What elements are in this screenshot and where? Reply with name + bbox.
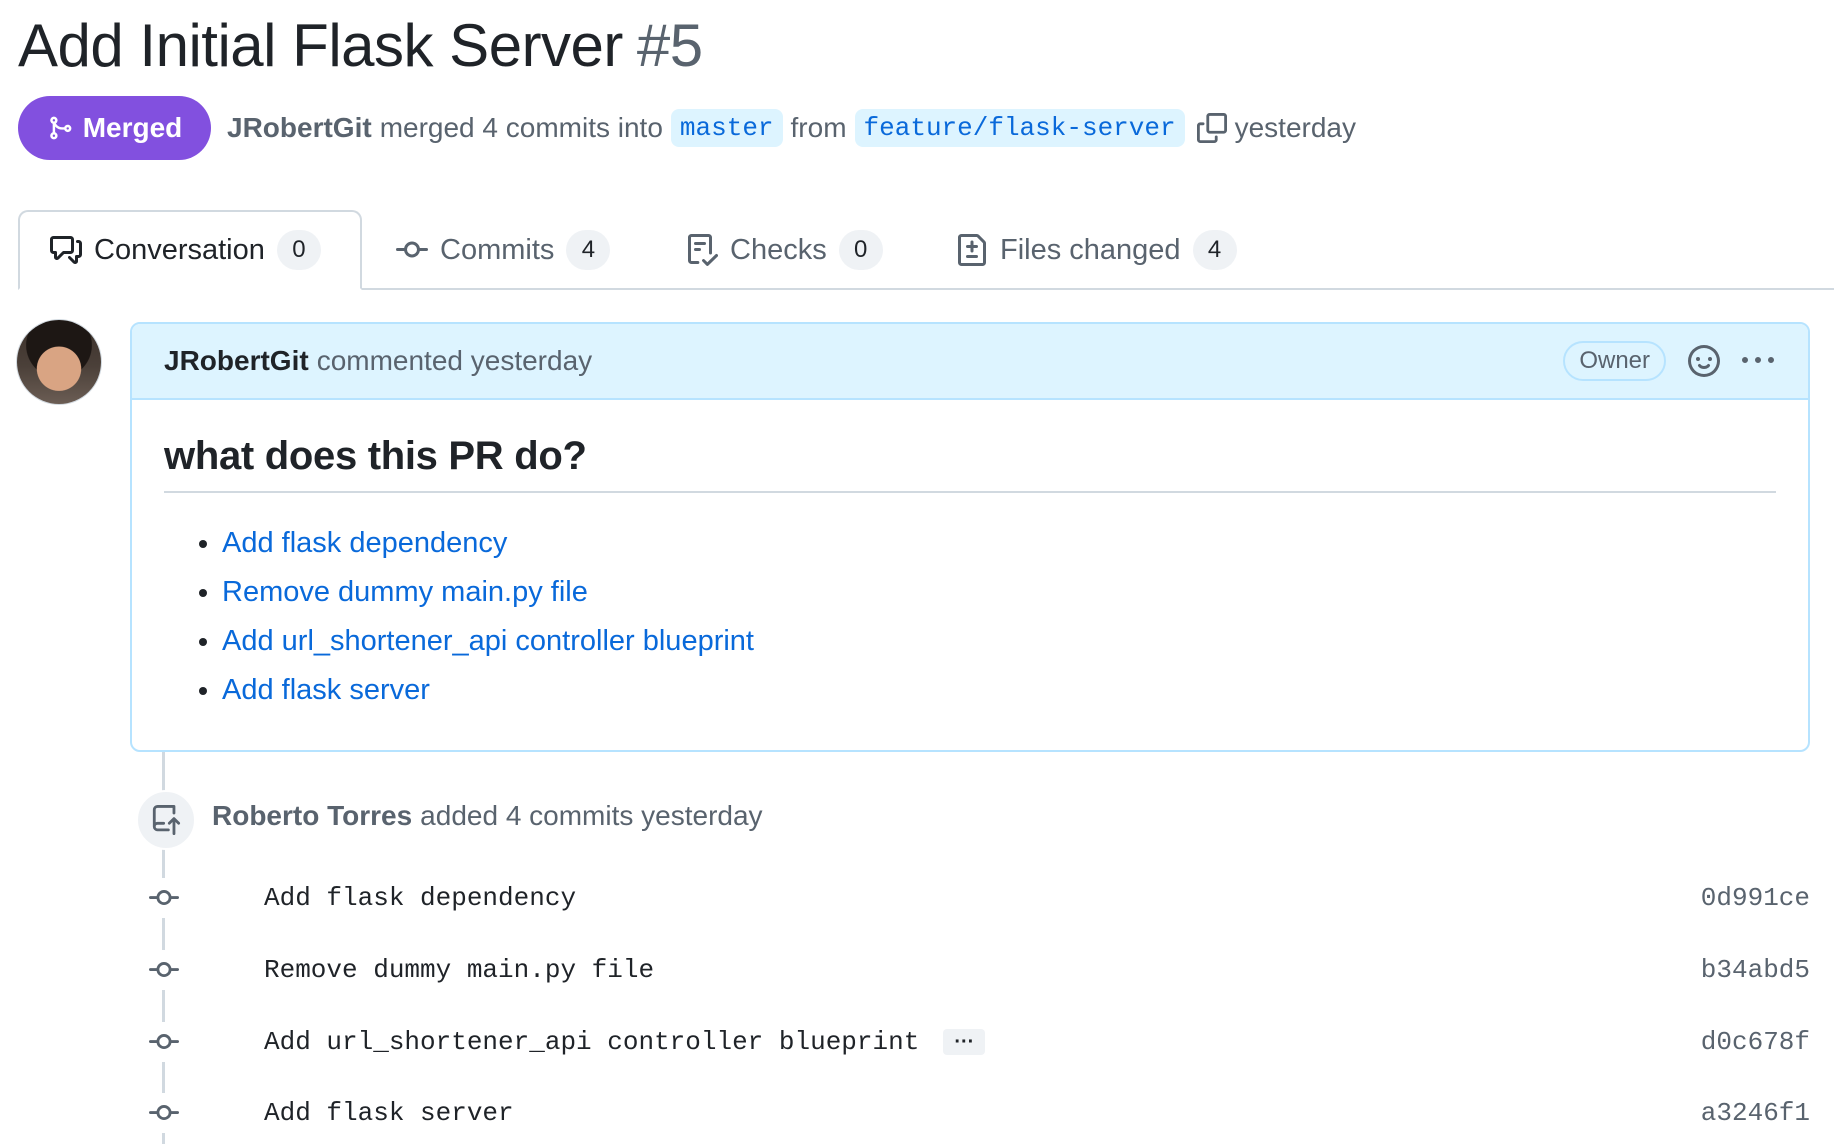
- merge-time: yesterday: [1234, 112, 1356, 143]
- commit-row: Add flask dependency 0d991ce: [140, 878, 1810, 918]
- tab-counter: 0: [838, 230, 883, 270]
- tab-counter: 0: [276, 230, 321, 270]
- state-label: Merged: [82, 112, 183, 143]
- comment-body: what does this PR do? Add flask dependen…: [132, 400, 1808, 749]
- list-item-link[interactable]: Add url_shortener_api controller bluepri…: [222, 625, 754, 657]
- commit-sha[interactable]: b34abd5: [1701, 955, 1810, 985]
- git-commit-icon: [396, 234, 428, 266]
- push-event: Roberto Torres added 4 commits yesterday: [212, 792, 763, 840]
- comment-action: commented yesterday: [316, 345, 593, 376]
- commit-message[interactable]: Add flask dependency: [264, 883, 576, 913]
- push-author[interactable]: Roberto Torres: [212, 800, 412, 832]
- list-item: Remove dummy main.py file: [222, 568, 1776, 617]
- comment-heading: what does this PR do?: [164, 434, 1776, 493]
- tab-label: Files changed: [1000, 233, 1181, 266]
- pr-title: Add Initial Flask Server #5: [18, 6, 703, 86]
- tab-commits[interactable]: Commits 4: [396, 210, 611, 290]
- tab-label: Checks: [730, 233, 827, 266]
- git-commit-icon: [140, 878, 188, 918]
- list-item-link[interactable]: Add flask server: [222, 674, 430, 706]
- pr-description-comment: JRobertGit commented yesterday Owner wha…: [130, 322, 1810, 752]
- base-branch[interactable]: master: [670, 109, 783, 147]
- tab-checks[interactable]: Checks 0: [686, 210, 883, 290]
- list-item: Add flask dependency: [222, 519, 1776, 568]
- merged-state-badge: Merged: [18, 96, 211, 160]
- commit-sha[interactable]: 0d991ce: [1701, 883, 1810, 913]
- commit-sha[interactable]: d0c678f: [1701, 1027, 1810, 1057]
- git-commit-icon: [140, 1022, 188, 1062]
- list-item: Add flask server: [222, 666, 1776, 715]
- comment-discussion-icon: [50, 234, 82, 266]
- pr-meta: JRobertGit merged 4 commits into master …: [227, 104, 1356, 152]
- list-item-link[interactable]: Remove dummy main.py file: [222, 576, 588, 608]
- tab-files-changed[interactable]: Files changed 4: [956, 210, 1237, 290]
- pr-number: #5: [636, 12, 703, 79]
- tab-counter: 4: [1192, 230, 1237, 270]
- git-commit-icon: [140, 1093, 188, 1133]
- owner-badge: Owner: [1563, 341, 1666, 381]
- comment-author[interactable]: JRobertGit: [164, 345, 309, 377]
- list-item: Add url_shortener_api controller bluepri…: [222, 617, 1776, 666]
- change-list: Add flask dependency Remove dummy main.p…: [164, 519, 1776, 715]
- commit-row: Add url_shortener_api controller bluepri…: [140, 1022, 1810, 1062]
- smiley-icon[interactable]: [1688, 345, 1720, 377]
- from-text: from: [790, 112, 847, 143]
- commit-sha[interactable]: a3246f1: [1701, 1098, 1810, 1128]
- merger-link[interactable]: JRobertGit: [227, 112, 372, 144]
- commit-row: Add flask server a3246f1: [140, 1093, 1810, 1133]
- tab-conversation[interactable]: Conversation 0: [18, 210, 362, 290]
- file-diff-icon: [956, 234, 988, 266]
- commit-message[interactable]: Remove dummy main.py file: [264, 955, 654, 985]
- pr-title-text: Add Initial Flask Server: [18, 12, 623, 79]
- copy-icon[interactable]: [1196, 113, 1227, 143]
- merged-text: merged 4 commits into: [379, 112, 663, 143]
- tab-counter: 4: [566, 230, 611, 270]
- commit-message[interactable]: Add flask server: [264, 1098, 514, 1128]
- kebab-horizontal-icon[interactable]: [1742, 345, 1774, 377]
- expand-commit-message-button[interactable]: ···: [943, 1029, 986, 1055]
- comment-header: JRobertGit commented yesterday Owner: [132, 324, 1808, 400]
- head-branch[interactable]: feature/flask-server: [854, 109, 1185, 147]
- tab-label: Conversation: [94, 233, 265, 266]
- checklist-icon: [686, 234, 718, 266]
- push-description: added 4 commits yesterday: [420, 800, 763, 831]
- avatar[interactable]: [17, 320, 101, 404]
- commit-row: Remove dummy main.py file b34abd5: [140, 950, 1810, 990]
- repo-push-icon: [136, 790, 196, 850]
- git-merge-icon: [47, 114, 73, 142]
- git-commit-icon: [140, 950, 188, 990]
- commit-message[interactable]: Add url_shortener_api controller bluepri…: [264, 1027, 919, 1057]
- tab-label: Commits: [440, 233, 555, 266]
- list-item-link[interactable]: Add flask dependency: [222, 527, 507, 559]
